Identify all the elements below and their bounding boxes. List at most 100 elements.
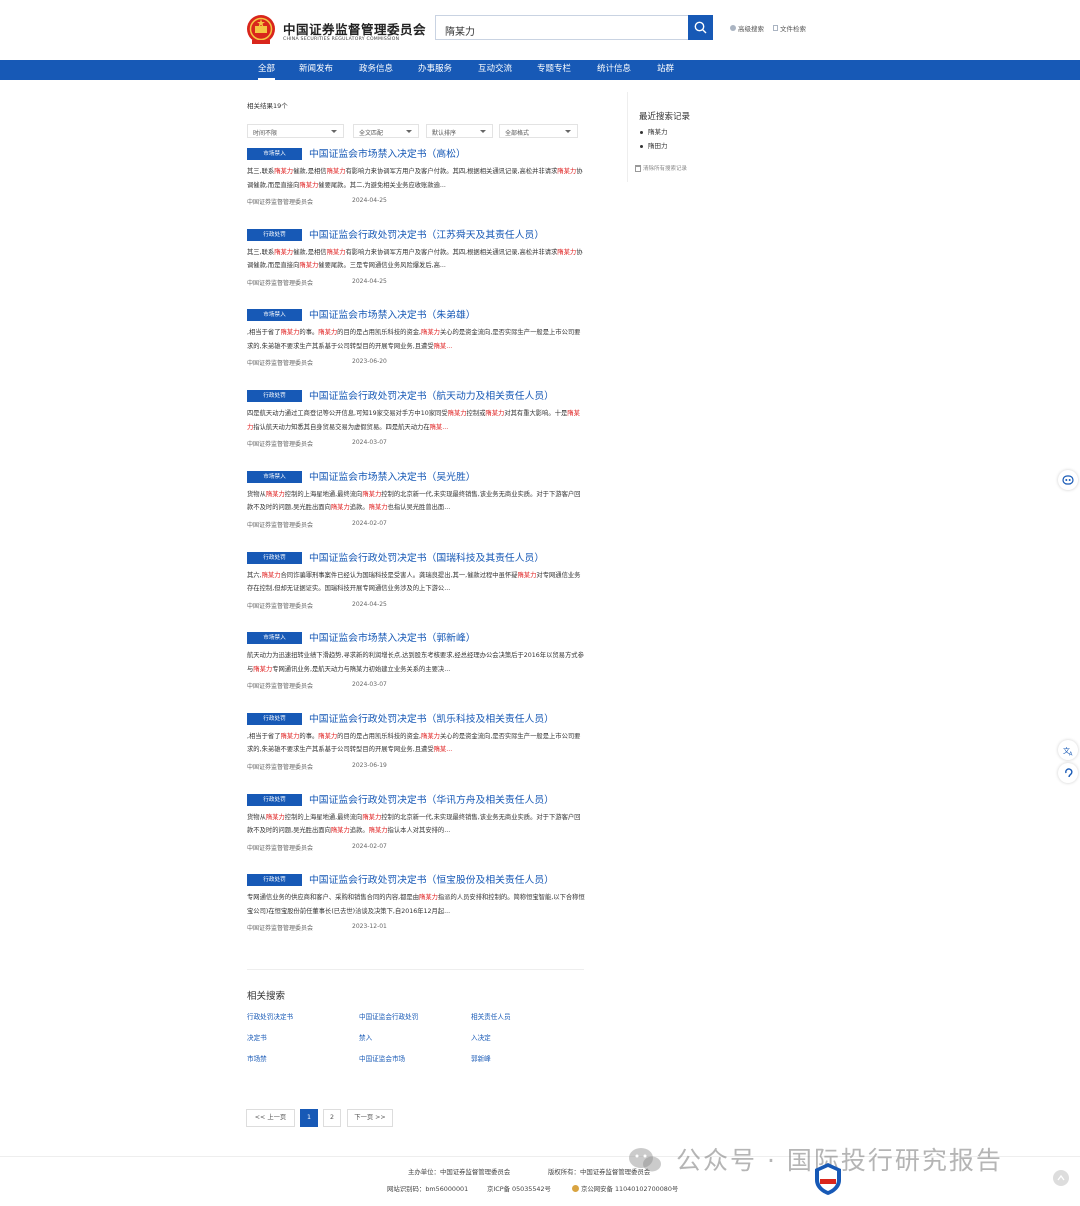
search-button[interactable] (688, 15, 713, 40)
result-category-badge: 行政处罚 (247, 551, 302, 564)
recent-search-title: 最近搜索记录 (639, 112, 691, 122)
chevron-down-icon (565, 130, 571, 133)
snippet-text: 也指认吴光胜曾出面... (387, 504, 451, 512)
filter-sort[interactable]: 默认排序 (426, 124, 493, 138)
prev-page-button[interactable]: << 上一页 (246, 1109, 295, 1127)
result-snippet: 货物从隋某力控制的上海星地通,最终流向隋某力控制的北京新一代,未实现最终销售,该… (247, 811, 585, 838)
document-icon (773, 25, 778, 31)
result-title-link[interactable]: 中国证监会行政处罚决定书（国瑞科技及其责任人员） (309, 550, 544, 564)
clear-history-link[interactable]: 清除所有搜索记录 (635, 164, 687, 172)
site-header: 中国证券监督管理委员会 CHINA SECURITIES REGULATORY … (0, 0, 1080, 60)
footer-police[interactable]: 京公网安备 11040102700080号 (572, 1184, 678, 1193)
snippet-text: 的目的是占用凯乐科技的资金, (337, 329, 422, 337)
result-date: 2023-06-20 (352, 358, 387, 366)
related-link[interactable]: 中国证监会行政处罚 (359, 1011, 418, 1021)
filter-time-label: 时间不限 (253, 130, 278, 137)
filter-format[interactable]: 全部格式 (499, 124, 578, 138)
nav-item-statistics[interactable]: 统计信息 (597, 60, 631, 80)
result-date: 2024-04-25 (352, 277, 387, 285)
nav-item-services[interactable]: 办事服务 (418, 60, 452, 80)
result-title-link[interactable]: 中国证监会市场禁入决定书（朱弟雄） (309, 307, 476, 321)
keyword-highlight: 隋某力 (368, 504, 388, 512)
nav-item-news[interactable]: 新闻发布 (299, 60, 333, 80)
search-input[interactable] (435, 15, 688, 40)
related-link[interactable]: 郭新峰 (471, 1053, 491, 1063)
keyword-highlight: 隋某力 (299, 181, 319, 189)
result-title-link[interactable]: 中国证监会行政处罚决定书（恒宝股份及相关责任人员） (309, 872, 554, 886)
result-title-link[interactable]: 中国证监会行政处罚决定书（华讯方舟及相关责任人员） (309, 792, 554, 806)
keyword-highlight: 隋某力 (419, 894, 438, 902)
keyword-highlight: 隋某力 (362, 813, 382, 821)
main-nav: 全部 新闻发布 政务信息 办事服务 互动交流 专题专栏 统计信息 站群 (0, 60, 1080, 80)
result-title-link[interactable]: 中国证监会行政处罚决定书（航天动力及相关责任人员） (309, 388, 554, 402)
scroll-top-button[interactable] (1053, 1170, 1069, 1186)
chevron-down-icon (406, 130, 412, 133)
filter-time[interactable]: 时间不限 (247, 124, 344, 138)
advanced-search-icon (730, 25, 736, 31)
next-page-button[interactable]: 下一页 >> (347, 1109, 393, 1127)
result-item: 市场禁入 中国证监会市场禁入决定书（高松） 其三,联系隋某力催款,是相信隋某力有影响… (247, 148, 587, 226)
national-emblem-icon (247, 15, 275, 44)
chevron-down-icon (331, 130, 337, 133)
result-title-link[interactable]: 中国证监会市场禁入决定书（郭新峰） (309, 630, 476, 644)
snippet-text: 其六, (247, 571, 262, 579)
snippet-text: 有影响力来协调军方用户及客户付款。其四,根据相关通讯记录,高松并非请求 (345, 248, 558, 256)
footer-site-id: 网站识别码：bm56000001 (387, 1185, 469, 1193)
accessibility-float-button[interactable] (1058, 763, 1078, 783)
related-link[interactable]: 相关责任人员 (471, 1011, 511, 1021)
recent-search-item[interactable]: 隋田力 (640, 140, 668, 150)
org-name-en: CHINA SECURITIES REGULATORY COMMISSION (283, 37, 400, 42)
filter-format-label: 全部格式 (505, 130, 530, 137)
snippet-text: 对其有重大影响。十是 (504, 410, 568, 418)
footer-host: 主办单位：中国证券监督管理委员会 (408, 1168, 511, 1176)
keyword-highlight: 隋某力 (299, 262, 319, 270)
result-snippet: ,相当于省了隋某力的事。隋某力的目的是占用凯乐科技的资金,隋某力关心的是资金流向… (247, 730, 585, 757)
result-item: 行政处罚 中国证监会行政处罚决定书（江苏舜天及其责任人员） 其三,联系隋某力催款,是… (247, 227, 587, 307)
related-link[interactable]: 中国证监会市场 (359, 1053, 405, 1063)
related-link[interactable]: 市场禁 (247, 1053, 267, 1063)
gov-badge-icon[interactable] (813, 1162, 843, 1196)
keyword-highlight: 隋某... (433, 342, 453, 350)
related-link[interactable]: 行政处罚决定书 (247, 1011, 293, 1021)
recent-search-item[interactable]: 隋某力 (640, 126, 668, 136)
related-link[interactable]: 决定书 (247, 1032, 267, 1042)
filter-match[interactable]: 全文匹配 (353, 124, 419, 138)
result-title-link[interactable]: 中国证监会行政处罚决定书（凯乐科技及相关责任人员） (309, 711, 554, 725)
nav-item-gov-info[interactable]: 政务信息 (359, 60, 393, 80)
nav-item-site-group[interactable]: 站群 (657, 60, 674, 80)
result-item: 市场禁入 中国证监会市场禁入决定书（郭新峰） 航天动力为迅速扭转业绩下滑趋势,寻求新… (247, 632, 587, 710)
keyword-highlight: 隋某力 (318, 329, 338, 337)
result-category-badge: 行政处罚 (247, 712, 302, 725)
nav-item-interaction[interactable]: 互动交流 (478, 60, 512, 80)
result-item: 市场禁入 中国证监会市场禁入决定书（朱弟雄） ,相当于省了隋某力的事。隋某力的目的是… (247, 309, 587, 387)
result-source: 中国证券监督管理委员会 (247, 441, 314, 449)
keyword-highlight: 隋某力 (362, 490, 382, 498)
related-link[interactable]: 禁入 (359, 1032, 372, 1042)
page-1-button[interactable]: 1 (300, 1109, 318, 1127)
footer-icp[interactable]: 京ICP备 05035542号 (487, 1184, 551, 1193)
result-title-link[interactable]: 中国证监会市场禁入决定书（吴光胜） (309, 469, 476, 483)
related-link[interactable]: 入决定 (471, 1032, 491, 1042)
snippet-text: 货物从 (247, 813, 266, 821)
nav-item-topics[interactable]: 专题专栏 (537, 60, 571, 80)
keyword-highlight: 隋某力 (265, 813, 285, 821)
snippet-text: 四是航天动力通过工商登记等公开信息,可知19家交易对手方中10家同受 (247, 410, 448, 418)
result-date: 2024-04-25 (352, 197, 387, 204)
chatbot-float-button[interactable] (1058, 470, 1078, 490)
filter-match-label: 全文匹配 (359, 130, 384, 137)
snippet-text: 控制或 (466, 410, 486, 418)
doc-search-link[interactable]: 文件检索 (773, 23, 806, 33)
snippet-text: 合同诈骗罪刑事案件已经认为国瑞科技是受害人。龚瑞良提出,其一,催款过程中虽怀疑 (280, 571, 518, 579)
search-icon (694, 21, 707, 34)
keyword-highlight: 隋某力 (280, 732, 300, 740)
page-2-button[interactable]: 2 (323, 1109, 341, 1127)
keyword-highlight: 隋某力 (368, 827, 388, 835)
nav-item-all[interactable]: 全部 (258, 60, 276, 80)
keyword-highlight: 隋某力 (318, 732, 338, 740)
result-category-badge: 行政处罚 (247, 793, 302, 806)
advanced-search-link[interactable]: 高级搜索 (730, 23, 764, 33)
snippet-text: 催款,是相信 (293, 168, 327, 175)
translate-float-button[interactable]: 文 A (1058, 740, 1078, 760)
result-title-link[interactable]: 中国证监会市场禁入决定书（高松） (309, 146, 466, 160)
result-title-link[interactable]: 中国证监会行政处罚决定书（江苏舜天及其责任人员） (309, 227, 544, 241)
